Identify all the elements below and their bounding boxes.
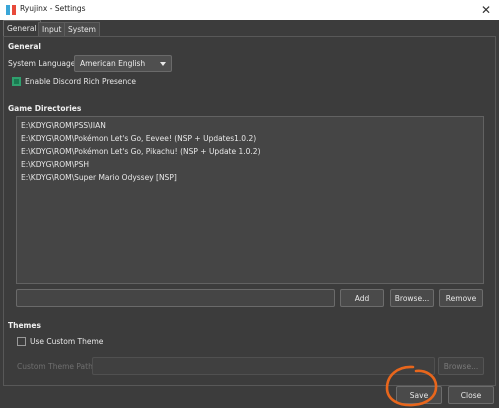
discord-rich-presence-label: Enable Discord Rich Presence: [25, 77, 136, 86]
list-item[interactable]: E:\KDYG\ROM\PSH: [21, 160, 89, 169]
tab-general[interactable]: General: [3, 20, 41, 36]
close-button[interactable]: Close: [448, 386, 494, 404]
tab-input[interactable]: Input: [38, 22, 66, 36]
remove-directory-button[interactable]: Remove: [439, 289, 483, 307]
system-language-select[interactable]: American English: [74, 55, 172, 72]
game-directory-path-input[interactable]: [16, 289, 335, 307]
custom-theme-path-label: Custom Theme Path:: [17, 362, 96, 371]
chevron-down-icon: [160, 62, 166, 66]
game-directories-list[interactable]: E:\KDYG\ROM\PSS\IIAN E:\KDYG\ROM\Pokémon…: [16, 116, 484, 284]
use-custom-theme-label: Use Custom Theme: [30, 337, 104, 346]
list-item[interactable]: E:\KDYG\ROM\Pokémon Let's Go, Pikachu! (…: [21, 147, 261, 156]
general-section-title: General: [8, 42, 41, 51]
list-item[interactable]: E:\KDYG\ROM\Pokémon Let's Go, Eevee! (NS…: [21, 134, 256, 143]
annotation-circle: [385, 365, 438, 407]
list-item[interactable]: E:\KDYG\ROM\PSS\IIAN: [21, 121, 106, 130]
tab-system[interactable]: System: [64, 22, 100, 36]
browse-directory-button[interactable]: Browse...: [390, 289, 434, 307]
ryujinx-logo-icon: [6, 5, 16, 15]
discord-rich-presence-checkbox[interactable]: [12, 77, 21, 86]
browse-theme-button[interactable]: Browse...: [438, 357, 484, 375]
title-bar: Ryujinx - Settings ✕: [0, 0, 499, 20]
add-directory-button[interactable]: Add: [340, 289, 384, 307]
list-item[interactable]: E:\KDYG\ROM\Super Mario Odyssey [NSP]: [21, 173, 177, 182]
system-language-value: American English: [80, 59, 146, 68]
window-close-button[interactable]: ✕: [473, 0, 499, 20]
themes-section-title: Themes: [8, 321, 41, 330]
game-directories-section-title: Game Directories: [8, 104, 82, 113]
system-language-label: System Language:: [8, 59, 78, 68]
tab-bar: General Input System: [0, 20, 499, 36]
use-custom-theme-checkbox[interactable]: [17, 337, 26, 346]
close-icon: ✕: [480, 3, 492, 17]
window-title: Ryujinx - Settings: [20, 4, 86, 13]
